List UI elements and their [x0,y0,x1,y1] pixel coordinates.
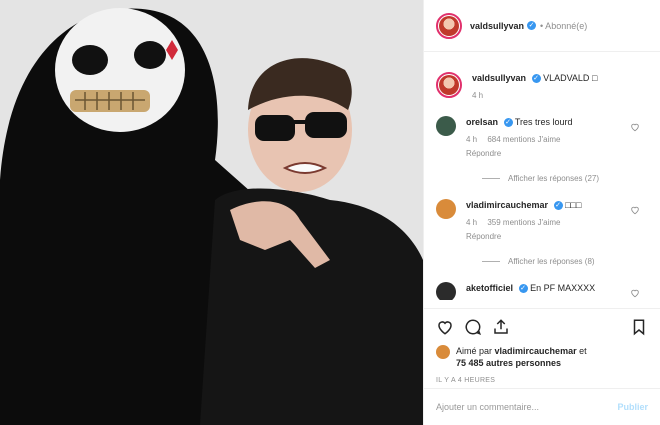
post-actions: Aimé par vladimircauchemar et 75 485 aut… [424,308,660,384]
comment-text: En PF MAXXXX [530,283,596,293]
verified-icon: ✓ [531,74,541,84]
post-image [0,0,423,425]
comments-list[interactable]: valdsullyvan ✓ VLADVALD □ 4 h orelsan ✓ … [424,60,660,300]
comment-input[interactable] [436,402,618,412]
commenter-avatar[interactable] [436,282,456,300]
comment-row: aketofficiel ✓ En PF MAXXXX [436,282,648,300]
reply-link[interactable]: Répondre [466,231,648,243]
caption-username[interactable]: valdsullyvan [472,73,526,83]
verified-icon: ✓ [553,201,563,211]
likes-prefix: Aimé par [456,346,493,356]
heart-icon[interactable] [630,122,640,132]
heart-icon[interactable] [630,205,640,215]
caption-row: valdsullyvan ✓ VLADVALD □ 4 h [436,72,648,102]
comment-username[interactable]: vladimircauchemar [466,200,548,210]
comment-icon[interactable] [464,318,482,336]
commenter-avatar[interactable] [436,116,456,136]
heart-icon[interactable] [630,288,640,298]
post-timestamp[interactable]: IL Y A 4 HEURES [436,377,648,384]
comment-likes[interactable]: 684 mentions J'aime [487,135,560,144]
comment-row: vladimircauchemar ✓ □□□ 4 h 359 mentions… [436,199,648,243]
publish-button[interactable]: Publier [617,402,648,412]
caption-age: 4 h [472,91,484,100]
view-replies-label[interactable]: Afficher les réponses (8) [508,257,595,266]
comment-age: 4 h [466,135,478,144]
caption-avatar[interactable] [436,72,462,98]
bookmark-icon[interactable] [630,318,648,336]
caption-text: VLADVALD [543,73,590,83]
likes-suffix: et [579,346,587,356]
reply-link[interactable]: Répondre [466,148,648,160]
likes-summary: Aimé par vladimircauchemar et 75 485 aut… [436,345,648,369]
follow-status[interactable]: • Abonné(e) [540,21,587,31]
liker-avatar[interactable] [436,345,450,359]
view-replies-label[interactable]: Afficher les réponses (27) [508,174,599,183]
comment-username[interactable]: aketofficiel [466,283,513,293]
likes-others[interactable]: 75 485 autres personnes [456,358,561,368]
comment-text: □□□ [565,200,582,210]
post-sidebar: valdsullyvan ✓ • Abonné(e) valdsullyvan … [423,0,660,425]
comment-text: Tres tres lourd [514,117,573,127]
caption-emoji: □ [591,73,598,83]
share-icon[interactable] [492,318,510,336]
view-replies[interactable]: Afficher les réponses (8) [482,257,648,266]
heart-icon[interactable] [436,318,454,336]
verified-icon: ✓ [527,21,537,30]
comment-row: orelsan ✓ Tres tres lourd 4 h 684 mentio… [436,116,648,160]
add-comment-bar: Publier [424,388,660,425]
comment-username[interactable]: orelsan [466,117,498,127]
liker-username[interactable]: vladimircauchemar [495,346,577,356]
author-username[interactable]: valdsullyvan [470,21,524,31]
author-avatar[interactable] [436,12,462,39]
commenter-avatar[interactable] [436,199,456,219]
verified-icon: ✓ [503,118,513,128]
post-photo[interactable] [0,0,423,425]
comment-age: 4 h [466,218,478,227]
comment-likes[interactable]: 359 mentions J'aime [487,218,560,227]
verified-icon: ✓ [518,284,528,294]
view-replies[interactable]: Afficher les réponses (27) [482,174,648,183]
post-header: valdsullyvan ✓ • Abonné(e) [424,0,660,52]
